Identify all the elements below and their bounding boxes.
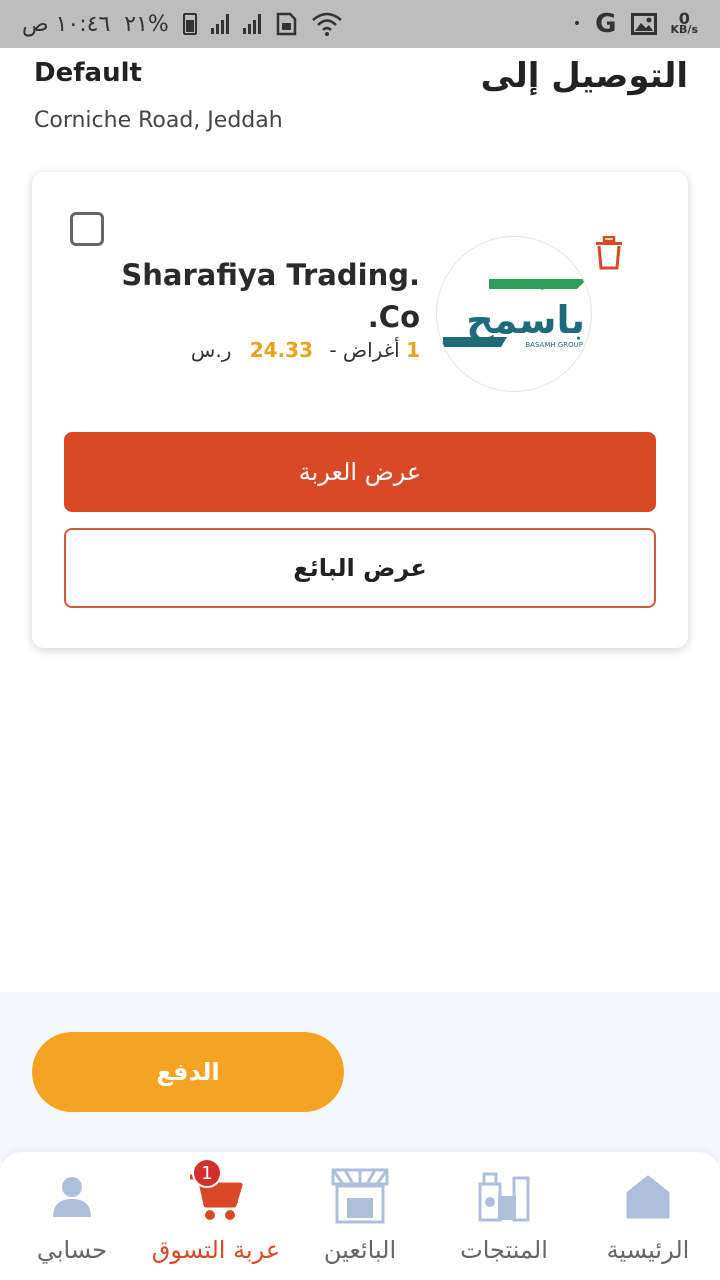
currency: ر.س <box>190 338 232 362</box>
cart-icon: 1 <box>186 1158 246 1226</box>
address-label: Default <box>34 58 142 88</box>
nav-products[interactable]: المنتجات <box>432 1166 576 1276</box>
wifi-icon <box>312 12 342 36</box>
vendor-logo: مجموعة باسمح BASAMH GROUP <box>436 236 592 392</box>
select-checkbox[interactable] <box>70 212 104 246</box>
battery-percent: ٢١% <box>124 11 169 37</box>
status-left: ١٠:٤٦ ص ٢١% <box>22 12 343 37</box>
notification-dot: • <box>572 16 582 32</box>
view-cart-button[interactable]: عرض العربة <box>64 432 656 512</box>
nav-label: المنتجات <box>460 1236 548 1264</box>
network-speed-unit: KB/s <box>670 23 698 36</box>
vendor-name: Sharafiya Trading. .Co <box>120 254 420 338</box>
vendor-cart-card: مجموعة باسمح BASAMH GROUP Sharafiya Trad… <box>32 172 688 648</box>
nav-label: عربة التسوق <box>151 1236 281 1264</box>
bottom-nav: حسابي 1 عربة التسوق البائعين المنتجات ال… <box>0 1152 720 1280</box>
person-icon <box>42 1166 102 1226</box>
pay-button[interactable]: الدفع <box>32 1032 344 1112</box>
cart-total: 24.33 <box>249 338 313 362</box>
delivery-header[interactable]: Default Corniche Road, Jeddah التوصيل إل… <box>0 48 720 158</box>
battery-icon <box>182 13 197 35</box>
store-icon <box>330 1166 390 1226</box>
status-time: ١٠:٤٦ ص <box>22 11 111 37</box>
home-icon <box>618 1166 678 1226</box>
items-count: 1 <box>406 338 420 362</box>
cart-badge: 1 <box>192 1158 222 1188</box>
nav-label: حسابي <box>36 1236 108 1264</box>
network-speed: 0 KB/s <box>670 11 698 36</box>
vendor-name-line1: Sharafiya Trading. <box>121 258 420 292</box>
image-icon <box>630 13 657 35</box>
vendor-name-line2: .Co <box>367 300 420 334</box>
nav-cart[interactable]: 1 عربة التسوق <box>144 1158 288 1276</box>
basamh-logo: مجموعة باسمح BASAMH GROUP <box>443 277 587 349</box>
logo-arabic-text: باسمح <box>466 298 585 342</box>
logo-brand-text: BASAMH GROUP <box>525 341 583 349</box>
products-icon <box>474 1166 534 1226</box>
signal-icon <box>210 14 229 34</box>
sim-card-icon <box>276 12 297 36</box>
nav-label: البائعين <box>323 1236 397 1264</box>
nav-vendors[interactable]: البائعين <box>288 1166 432 1276</box>
items-label: أغراض - <box>329 338 400 362</box>
trash-icon[interactable] <box>594 236 624 270</box>
status-bar: ١٠:٤٦ ص ٢١% • G 0 KB/s <box>0 0 720 48</box>
google-icon: G <box>595 9 617 39</box>
checkout-area: الدفع <box>0 992 720 1162</box>
address-text: Corniche Road, Jeddah <box>34 108 283 133</box>
nav-account[interactable]: حسابي <box>0 1166 144 1276</box>
nav-label: الرئيسية <box>606 1236 690 1264</box>
view-vendor-button[interactable]: عرض البائع <box>64 528 656 608</box>
signal-icon-2 <box>242 14 261 34</box>
page-title: التوصيل إلى <box>480 56 688 96</box>
nav-home[interactable]: الرئيسية <box>576 1166 720 1276</box>
cart-summary: 1 أغراض - 24.33 ر.س <box>191 338 420 362</box>
status-right: • G 0 KB/s <box>573 9 698 39</box>
